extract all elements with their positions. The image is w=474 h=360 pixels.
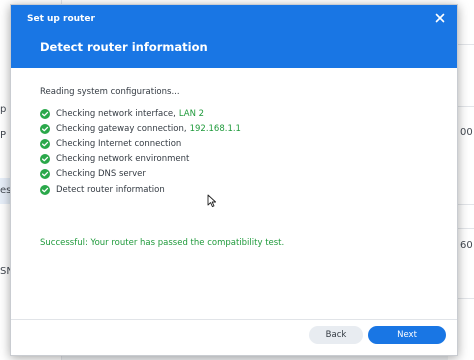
background-right-fragment: 00: [460, 127, 473, 138]
background-right-fragment: 60: [460, 240, 473, 251]
check-label: Detect router information: [56, 184, 165, 195]
check-circle-icon: [40, 184, 50, 195]
dialog-window-title: Set up router: [27, 14, 95, 24]
check-item: Checking gateway connection, 192.168.1.1: [40, 121, 440, 136]
setup-router-dialog: Set up router Detect router information …: [10, 4, 458, 356]
dialog-content: Reading system configurations... Checkin…: [40, 87, 440, 197]
close-icon[interactable]: [433, 11, 447, 25]
check-circle-icon: [40, 123, 50, 134]
check-list: Checking network interface, LAN 2 Checki…: [40, 106, 440, 197]
check-label: Checking DNS server: [56, 169, 146, 180]
check-label: Checking Internet connection: [56, 138, 182, 149]
check-item: Checking network environment: [40, 152, 440, 167]
check-value: LAN 2: [178, 108, 205, 119]
check-circle-icon: [40, 138, 50, 149]
back-button[interactable]: Back: [309, 326, 363, 344]
check-circle-icon: [40, 154, 50, 165]
dialog-footer: Back Next: [11, 319, 457, 355]
intro-text: Reading system configurations...: [40, 87, 180, 97]
success-message: Successful: Your router has passed the c…: [40, 238, 285, 248]
next-button[interactable]: Next: [368, 326, 446, 344]
check-item: Checking DNS server: [40, 167, 440, 182]
check-circle-icon: [40, 169, 50, 180]
check-label: Checking gateway connection,: [56, 123, 187, 134]
check-item: Checking network interface, LAN 2: [40, 106, 440, 121]
mouse-cursor-icon: [207, 194, 217, 208]
check-item: Checking Internet connection: [40, 136, 440, 151]
check-value: 192.168.1.1: [189, 123, 241, 134]
dialog-heading: Detect router information: [40, 40, 208, 54]
dialog-header: Set up router Detect router information: [11, 5, 457, 68]
check-label: Checking network environment: [56, 154, 190, 165]
check-label: Checking network interface,: [56, 108, 176, 119]
background-sidebar-fragment: p: [0, 104, 7, 115]
check-item: Detect router information: [40, 182, 440, 197]
check-circle-icon: [40, 108, 50, 119]
background-sidebar-fragment: P: [0, 130, 7, 141]
